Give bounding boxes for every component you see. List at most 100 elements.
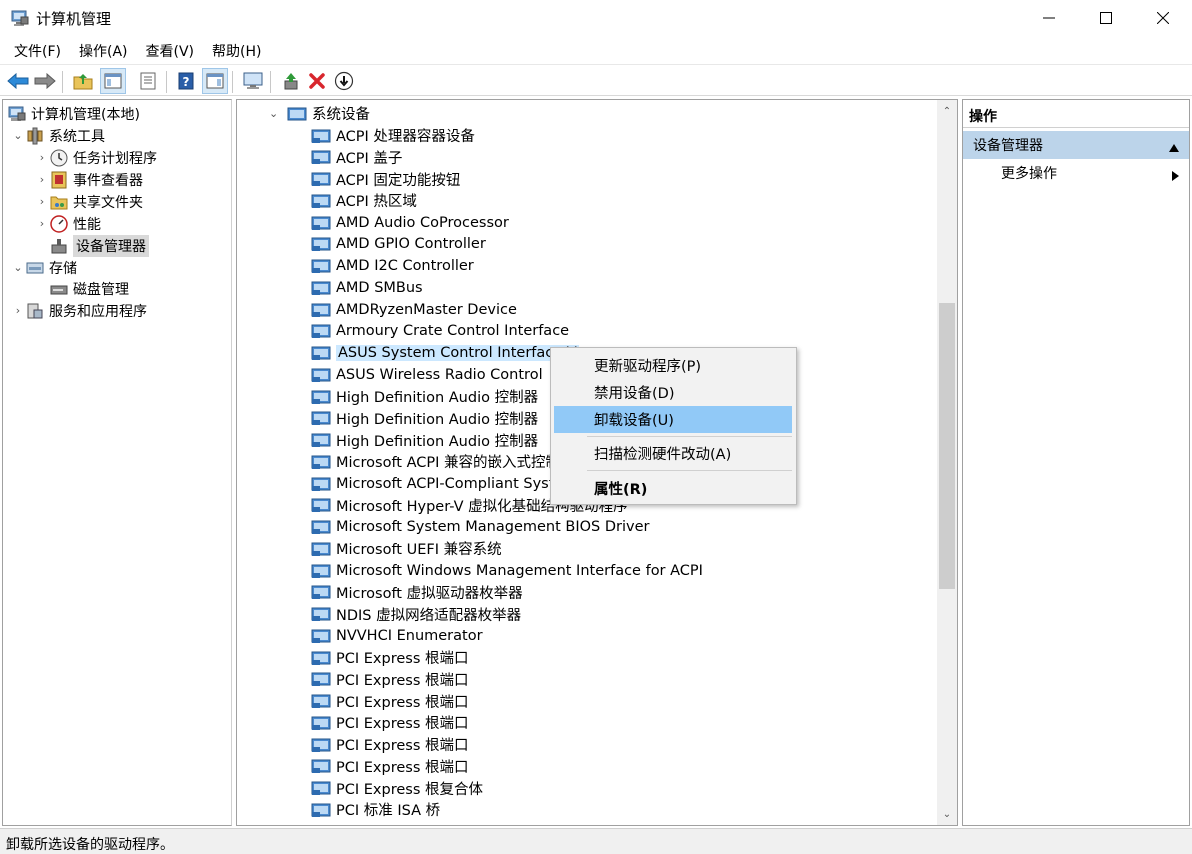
actions-header: 操作: [963, 100, 1189, 128]
chevron-right-icon[interactable]: ›: [35, 151, 49, 164]
device-row[interactable]: ACPI 热区域: [311, 190, 417, 211]
maximize-button[interactable]: [1077, 0, 1135, 36]
device-row[interactable]: AMD I2C Controller: [311, 256, 474, 277]
device-row[interactable]: ACPI 盖子: [311, 147, 402, 168]
device-row[interactable]: ACPI 固定功能按钮: [311, 169, 460, 190]
device-row[interactable]: High Definition Audio 控制器: [311, 386, 538, 407]
device-row[interactable]: PCI 标准 ISA 桥: [311, 799, 440, 820]
menu-disable-device[interactable]: 禁用设备(D): [554, 379, 792, 406]
device-row[interactable]: Microsoft UEFI 兼容系统: [311, 538, 502, 559]
device-row[interactable]: PCI Express 根端口: [311, 756, 468, 777]
menu-help[interactable]: 帮助(H): [204, 38, 269, 62]
device-row[interactable]: High Definition Audio 控制器: [311, 430, 538, 451]
system-device-icon: [311, 303, 331, 317]
device-row[interactable]: Microsoft 虚拟驱动器枚举器: [311, 582, 523, 603]
chevron-down-icon[interactable]: ⌄: [11, 129, 25, 142]
device-row[interactable]: AMDRyzenMaster Device: [311, 299, 517, 320]
scroll-up-icon[interactable]: ⌃: [937, 102, 957, 120]
tree-item-system-tools[interactable]: ⌄ 系统工具: [11, 125, 105, 146]
chevron-right-icon[interactable]: ›: [11, 304, 25, 317]
device-row[interactable]: PCI Express 根端口: [311, 712, 468, 733]
system-device-icon: [311, 672, 331, 687]
monitor-icon[interactable]: [240, 68, 266, 94]
device-row[interactable]: NDIS 虚拟网络适配器枚举器: [311, 604, 521, 625]
device-row[interactable]: PCI Express 根端口: [311, 691, 468, 712]
system-device-icon: [311, 651, 331, 665]
device-row[interactable]: Microsoft System Management BIOS Driver: [311, 517, 649, 538]
tree-item-root[interactable]: 计算机管理(本地): [7, 103, 140, 124]
toolbar-separator: [232, 71, 233, 93]
menu-view[interactable]: 查看(V): [138, 38, 203, 62]
device-row[interactable]: AMD Audio CoProcessor: [311, 212, 509, 233]
system-device-icon: [311, 477, 331, 491]
up-folder-icon[interactable]: [70, 68, 96, 94]
actions-group-device-manager[interactable]: 设备管理器: [963, 131, 1189, 159]
device-row[interactable]: Armoury Crate Control Interface: [311, 321, 569, 342]
tree-item-event-viewer[interactable]: › 事件查看器: [35, 169, 143, 190]
device-row[interactable]: PCI Express 根端口: [311, 734, 468, 755]
system-device-icon: [311, 759, 331, 774]
scrollbar-thumb[interactable]: [939, 303, 955, 589]
system-device-icon: [311, 564, 331, 578]
minimize-button[interactable]: [1020, 0, 1078, 36]
show-hide-tree-icon[interactable]: [100, 68, 126, 94]
device-manager-icon: [49, 236, 69, 256]
toolbar-separator: [270, 71, 271, 93]
device-row[interactable]: PCI Express 根端口: [311, 647, 468, 668]
tree-item-services-apps[interactable]: › 服务和应用程序: [11, 300, 147, 321]
chevron-down-icon[interactable]: ⌄: [11, 261, 25, 274]
device-row[interactable]: PCI Express 根端口: [311, 669, 468, 690]
uninstall-x-icon[interactable]: [304, 68, 330, 94]
actions-pane: 操作 设备管理器 更多操作: [962, 99, 1190, 826]
tree-item-device-manager[interactable]: 设备管理器: [49, 234, 149, 257]
close-button[interactable]: [1134, 0, 1192, 36]
device-row[interactable]: High Definition Audio 控制器: [311, 408, 538, 429]
device-row[interactable]: ASUS System Control Interface V: [311, 343, 579, 364]
help-icon[interactable]: ?: [173, 68, 199, 94]
tree-item-performance[interactable]: › 性能: [35, 213, 101, 234]
menu-update-driver[interactable]: 更新驱动程序(P): [554, 352, 792, 379]
menu-file[interactable]: 文件(F): [0, 38, 69, 62]
menu-uninstall-device[interactable]: 卸载设备(U): [554, 406, 792, 433]
system-device-icon: [311, 520, 331, 534]
tree-item-task-scheduler[interactable]: › 任务计划程序: [35, 147, 157, 168]
forward-arrow-icon[interactable]: [32, 68, 58, 94]
chevron-down-icon[interactable]: ⌄: [269, 107, 283, 120]
device-row[interactable]: Microsoft ACPI-Compliant Syster: [311, 473, 569, 494]
vertical-scrollbar[interactable]: ⌃ ⌄: [937, 100, 957, 825]
device-row[interactable]: Microsoft ACPI 兼容的嵌入式控制: [311, 451, 560, 472]
device-row[interactable]: Microsoft Windows Management Interface f…: [311, 560, 703, 581]
system-device-icon: [311, 259, 331, 273]
device-row[interactable]: AMD SMBus: [311, 277, 423, 298]
tree-item-shared-folders[interactable]: › 共享文件夹: [35, 191, 143, 212]
properties-icon[interactable]: [135, 68, 161, 94]
chevron-right-icon[interactable]: ›: [35, 217, 49, 230]
clock-icon: [49, 148, 69, 168]
device-row[interactable]: NVVHCI Enumerator: [311, 625, 483, 646]
collapse-up-icon[interactable]: [1169, 140, 1179, 156]
system-device-icon: [311, 368, 331, 382]
device-row[interactable]: ASUS Wireless Radio Control: [311, 364, 543, 385]
disable-device-icon[interactable]: [331, 68, 357, 94]
device-row[interactable]: PCI Express 根复合体: [311, 778, 483, 799]
menu-scan-hardware[interactable]: 扫描检测硬件改动(A): [554, 440, 792, 467]
actions-more[interactable]: 更多操作: [963, 159, 1189, 187]
system-device-icon: [311, 346, 331, 360]
svg-text:?: ?: [183, 75, 190, 89]
menu-action[interactable]: 操作(A): [71, 38, 136, 62]
menu-properties[interactable]: 属性(R): [554, 475, 792, 502]
system-device-icon: [311, 390, 331, 404]
tree-item-disk-management[interactable]: 磁盘管理: [49, 278, 129, 299]
chevron-right-icon[interactable]: ›: [35, 195, 49, 208]
system-device-icon: [311, 194, 331, 208]
tree-item-storage[interactable]: ⌄ 存储: [11, 257, 77, 278]
toolbar-separator: [166, 71, 167, 93]
scroll-down-icon[interactable]: ⌄: [937, 805, 957, 823]
chevron-right-icon[interactable]: ›: [35, 173, 49, 186]
back-arrow-icon[interactable]: [5, 68, 31, 94]
device-category-system[interactable]: ⌄ 系统设备: [269, 103, 370, 124]
show-action-pane-icon[interactable]: [202, 68, 228, 94]
device-row[interactable]: ACPI 处理器容器设备: [311, 125, 475, 146]
update-driver-icon[interactable]: [278, 68, 304, 94]
device-row[interactable]: AMD GPIO Controller: [311, 234, 486, 255]
